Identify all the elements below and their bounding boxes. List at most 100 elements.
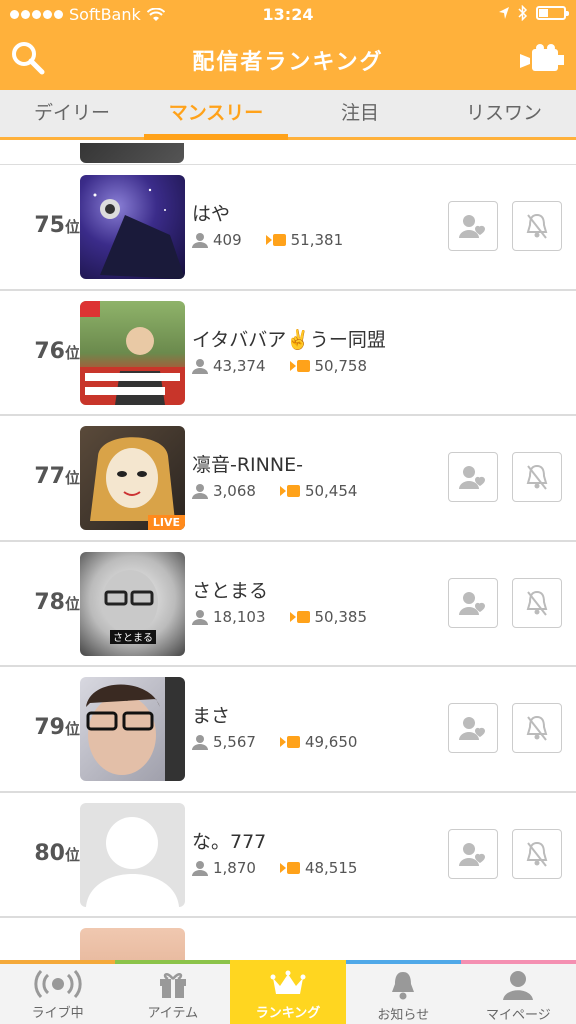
status-time: 13:24 [262, 5, 314, 24]
avatar[interactable] [80, 175, 185, 279]
list-item-partial [0, 143, 576, 165]
rank-number: 79位 [34, 715, 80, 740]
point-count: 51,381 [290, 231, 344, 249]
notification-toggle-button[interactable] [512, 577, 562, 628]
points-icon [279, 861, 300, 874]
ranking-row[interactable]: 77位 LIVE 凛音-RINNE- 3,068 50,454 [0, 416, 576, 542]
avatar[interactable] [80, 677, 185, 781]
follower-count: 1,870 [213, 858, 256, 877]
avatar [80, 143, 184, 163]
tab-monthly[interactable]: マンスリー [144, 90, 288, 140]
follow-button[interactable] [448, 577, 498, 628]
person-icon [192, 484, 208, 499]
rank-number: 76位 [34, 338, 80, 364]
nav-mypage[interactable]: マイページ [460, 960, 576, 1024]
notification-toggle-button[interactable] [512, 703, 562, 753]
bell-off-icon [526, 590, 548, 616]
person-icon [192, 860, 208, 876]
bell-off-icon [526, 841, 548, 867]
follow-button[interactable] [448, 703, 498, 753]
svg-text:さとまる: さとまる [113, 632, 153, 644]
app-header: 配信者ランキング [0, 30, 576, 90]
bell-off-icon [526, 464, 548, 490]
rank-number: 80位 [34, 840, 80, 866]
follower-count: 43,374 [213, 356, 266, 375]
tab-daily[interactable]: デイリー [0, 90, 144, 137]
broadcaster-stats: 3,068 50,454 [192, 482, 357, 500]
live-badge: LIVE [147, 515, 185, 530]
ranking-row-partial[interactable] [0, 918, 576, 963]
point-count: 50,385 [314, 607, 368, 626]
avatar-image [93, 188, 185, 279]
follow-button[interactable] [448, 452, 498, 502]
rank-number: 77位 [34, 464, 80, 489]
follower-count: 409 [213, 231, 242, 249]
nav-items[interactable]: アイテム [115, 960, 231, 1024]
ranking-row[interactable]: 76位 イタババア✌️うー同盟 43,374 50,758 [0, 291, 576, 416]
avatar[interactable]: さとまる [80, 551, 185, 656]
avatar[interactable] [80, 300, 185, 405]
nav-notifications[interactable]: お知らせ [345, 960, 461, 1024]
nav-live[interactable]: ライブ中 [0, 960, 116, 1024]
location-icon [499, 7, 509, 19]
live-broadcast-icon [33, 970, 82, 998]
nav-ranking[interactable]: ランキング [230, 960, 346, 1024]
person-icon [192, 735, 208, 750]
avatar-placeholder[interactable] [80, 802, 185, 907]
points-icon [279, 736, 300, 748]
follow-button[interactable] [448, 201, 498, 251]
broadcaster-stats: 1,870 48,515 [192, 859, 357, 877]
nav-live-label: ライブ中 [31, 1006, 84, 1021]
avatar-image [86, 677, 185, 781]
broadcaster-stats: 5,567 49,650 [192, 733, 357, 751]
page-title: 配信者ランキング [192, 50, 384, 75]
broadcast-button[interactable] [518, 44, 566, 74]
points-icon [265, 234, 286, 246]
broadcaster-stats: 409 51,381 [192, 231, 343, 249]
nav-ranking-label: ランキング [255, 1006, 321, 1021]
point-count: 50,758 [314, 356, 368, 375]
follow-button[interactable] [448, 828, 498, 879]
battery-icon [536, 6, 569, 20]
bluetooth-icon [518, 5, 528, 21]
notification-toggle-button[interactable] [512, 201, 562, 251]
nav-notifications-label: お知らせ [377, 1008, 430, 1023]
notification-toggle-button[interactable] [512, 828, 562, 879]
ranking-row[interactable]: 80位 な。777 1,870 48,515 [0, 793, 576, 918]
avatar[interactable]: LIVE [80, 426, 185, 530]
bell-off-icon [526, 213, 548, 239]
person-icon [192, 233, 208, 248]
ranking-row[interactable]: 78位 さとまる さとまる 18,103 50,385 [0, 542, 576, 667]
point-count: 49,650 [304, 733, 358, 751]
notification-toggle-button[interactable] [512, 452, 562, 502]
status-bar: SoftBank 13:24 [0, 0, 576, 30]
tab-featured[interactable]: 注目 [288, 90, 432, 137]
crown-icon [270, 970, 306, 994]
broadcaster-stats: 18,103 50,385 [192, 608, 367, 626]
bell-off-icon [526, 715, 548, 741]
broadcaster-name: イタババア✌️うー同盟 [192, 328, 386, 351]
point-count: 50,454 [304, 482, 358, 500]
avatar[interactable] [80, 928, 185, 963]
follower-count: 3,068 [213, 482, 256, 500]
ranking-tabs: デイリー マンスリー 注目 リスワン [0, 90, 576, 140]
ranking-list[interactable]: 75位 はや 409 51,381 76位 イタババア✌️うー同盟 43,374 [0, 143, 576, 963]
ranking-row[interactable]: 79位 まさ 5,567 49,650 [0, 667, 576, 793]
rank-number: 78位 [34, 589, 80, 615]
video-camera-icon [520, 44, 564, 71]
ranking-row[interactable]: 75位 はや 409 51,381 [0, 165, 576, 291]
avatar-image: さとまる [102, 569, 158, 644]
follower-count: 5,567 [213, 733, 256, 751]
tab-risuwan[interactable]: リスワン [432, 90, 576, 137]
nav-items-label: アイテム [147, 1006, 199, 1021]
follow-person-heart-icon [459, 842, 485, 866]
person-icon [192, 358, 208, 374]
broadcaster-name: な。777 [192, 830, 267, 853]
bell-icon [392, 972, 415, 1000]
person-icon [503, 971, 534, 1000]
broadcaster-name: まさ [192, 705, 231, 727]
follow-person-heart-icon [459, 215, 485, 238]
broadcaster-name: はや [192, 203, 231, 225]
point-count: 48,515 [304, 858, 358, 877]
follow-person-heart-icon [459, 591, 485, 615]
